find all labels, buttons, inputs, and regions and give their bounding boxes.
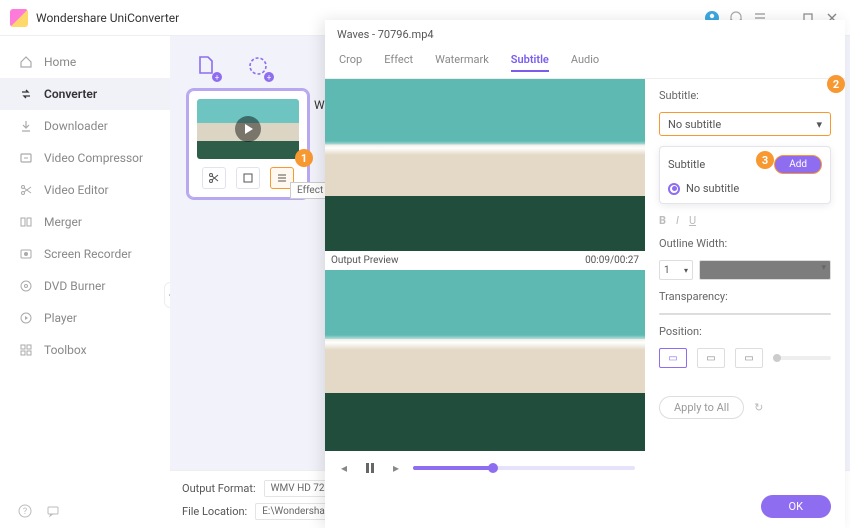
subtitle-dropdown: 3 Subtitle Add No subtitle [659, 146, 831, 204]
app-title: Wondershare UniConverter [36, 11, 179, 25]
editor-file-name: Waves - 70796.mp4 [325, 20, 845, 49]
sidebar-label: DVD Burner [44, 279, 105, 293]
pause-button[interactable] [361, 459, 379, 477]
apply-to-all-button[interactable]: Apply to All [659, 396, 744, 419]
feedback-icon[interactable] [46, 504, 60, 518]
position-offset-slider[interactable] [773, 356, 831, 360]
outline-color-picker[interactable] [699, 260, 831, 280]
original-preview [325, 79, 645, 251]
subtitle-select-value: No subtitle [668, 118, 721, 131]
helpbar: ? [0, 494, 170, 528]
outline-value: 1 [664, 265, 670, 276]
bold-icon[interactable]: B [659, 214, 666, 227]
help-icon[interactable]: ? [18, 504, 32, 518]
ok-button[interactable]: OK [761, 495, 831, 518]
output-preview-label: Output Preview [331, 255, 398, 266]
sidebar-item-converter[interactable]: Converter [0, 78, 170, 110]
add-url-button[interactable]: + [244, 52, 272, 80]
tab-watermark[interactable]: Watermark [435, 49, 489, 72]
output-format-label: Output Format: [182, 482, 256, 495]
record-icon [18, 246, 34, 262]
svg-text:?: ? [23, 507, 27, 517]
callout-badge-3: 3 [756, 151, 774, 169]
subtitle-label: Subtitle: [659, 89, 831, 102]
play-overlay-icon[interactable] [235, 116, 261, 142]
outline-width-input[interactable]: 1▾ [659, 260, 693, 280]
transparency-slider[interactable] [659, 313, 831, 315]
tab-effect[interactable]: Effect [384, 49, 413, 72]
home-icon [18, 54, 34, 70]
compress-icon [18, 150, 34, 166]
position-bottom-button[interactable]: ▭ [659, 348, 687, 368]
plus-icon: + [264, 72, 274, 82]
reset-icon[interactable]: ↻ [754, 401, 763, 414]
grid-icon [18, 342, 34, 358]
tab-subtitle[interactable]: Subtitle [511, 49, 549, 72]
app-logo [10, 9, 28, 27]
tab-crop[interactable]: Crop [339, 49, 362, 72]
sidebar-item-editor[interactable]: Video Editor [0, 174, 170, 206]
subtitle-select[interactable]: No subtitle ▾ [659, 112, 831, 136]
playback-controls: ◂ ▸ [325, 451, 645, 485]
underline-icon[interactable]: U [689, 214, 696, 227]
add-subtitle-button[interactable]: Add [774, 155, 822, 174]
playback-time: 00:09/00:27 [585, 255, 639, 266]
trim-button[interactable] [202, 167, 226, 189]
position-label: Position: [659, 325, 831, 338]
subtitle-option-none[interactable]: No subtitle [668, 182, 822, 195]
position-top-button[interactable]: ▭ [735, 348, 763, 368]
sidebar-item-compressor[interactable]: Video Compressor [0, 142, 170, 174]
italic-icon[interactable]: I [676, 214, 679, 227]
callout-badge-1: 1 [295, 149, 313, 167]
position-middle-button[interactable]: ▭ [697, 348, 725, 368]
chevron-down-icon: ▾ [816, 118, 822, 131]
sidebar-item-home[interactable]: Home [0, 46, 170, 78]
sidebar-label: Video Compressor [44, 151, 143, 165]
chevron-down-icon: ▾ [684, 266, 688, 275]
sidebar-item-recorder[interactable]: Screen Recorder [0, 238, 170, 270]
file-location-label: File Location: [182, 505, 247, 518]
sidebar-item-dvd[interactable]: DVD Burner [0, 270, 170, 302]
dropdown-heading: Subtitle [668, 158, 705, 171]
seek-slider[interactable] [413, 466, 635, 470]
download-icon [18, 118, 34, 134]
preview-column: Output Preview 00:09/00:27 ◂ ▸ [325, 79, 645, 485]
converter-icon [18, 86, 34, 102]
sidebar-label: Toolbox [44, 343, 87, 357]
file-title-partial: W [314, 98, 325, 112]
sidebar-label: Merger [44, 215, 82, 229]
output-preview [325, 270, 645, 451]
next-frame-button[interactable]: ▸ [387, 459, 405, 477]
sidebar-item-player[interactable]: Player [0, 302, 170, 334]
sidebar-item-toolbox[interactable]: Toolbox [0, 334, 170, 366]
subtitle-settings: 2 Subtitle: No subtitle▾ 3 Subtitle Add … [645, 79, 845, 485]
sidebar-item-merger[interactable]: Merger [0, 206, 170, 238]
crop-button[interactable] [236, 167, 260, 189]
radio-icon [668, 183, 680, 195]
disc-icon [18, 278, 34, 294]
play-icon [18, 310, 34, 326]
video-thumbnail[interactable] [197, 99, 299, 159]
editor-panel: Waves - 70796.mp4 Crop Effect Watermark … [325, 20, 845, 528]
add-file-button[interactable]: + [192, 52, 220, 80]
sidebar-label: Screen Recorder [44, 247, 132, 261]
transparency-label: Transparency: [659, 290, 831, 303]
sidebar-label: Player [44, 311, 77, 325]
outline-width-label: Outline Width: [659, 237, 831, 250]
prev-frame-button[interactable]: ◂ [335, 459, 353, 477]
sidebar-label: Downloader [44, 119, 108, 133]
callout-badge-2: 2 [827, 75, 845, 93]
merge-icon [18, 214, 34, 230]
tab-audio[interactable]: Audio [571, 49, 599, 72]
sidebar-label: Video Editor [44, 183, 109, 197]
sidebar-item-downloader[interactable]: Downloader [0, 110, 170, 142]
plus-icon: + [212, 72, 222, 82]
option-label: No subtitle [686, 182, 739, 195]
sidebar: Home Converter Downloader Video Compress… [0, 36, 170, 528]
sidebar-label: Home [44, 55, 76, 69]
sidebar-label: Converter [44, 87, 97, 101]
editor-tabs: Crop Effect Watermark Subtitle Audio [325, 49, 845, 79]
scissors-icon [18, 182, 34, 198]
